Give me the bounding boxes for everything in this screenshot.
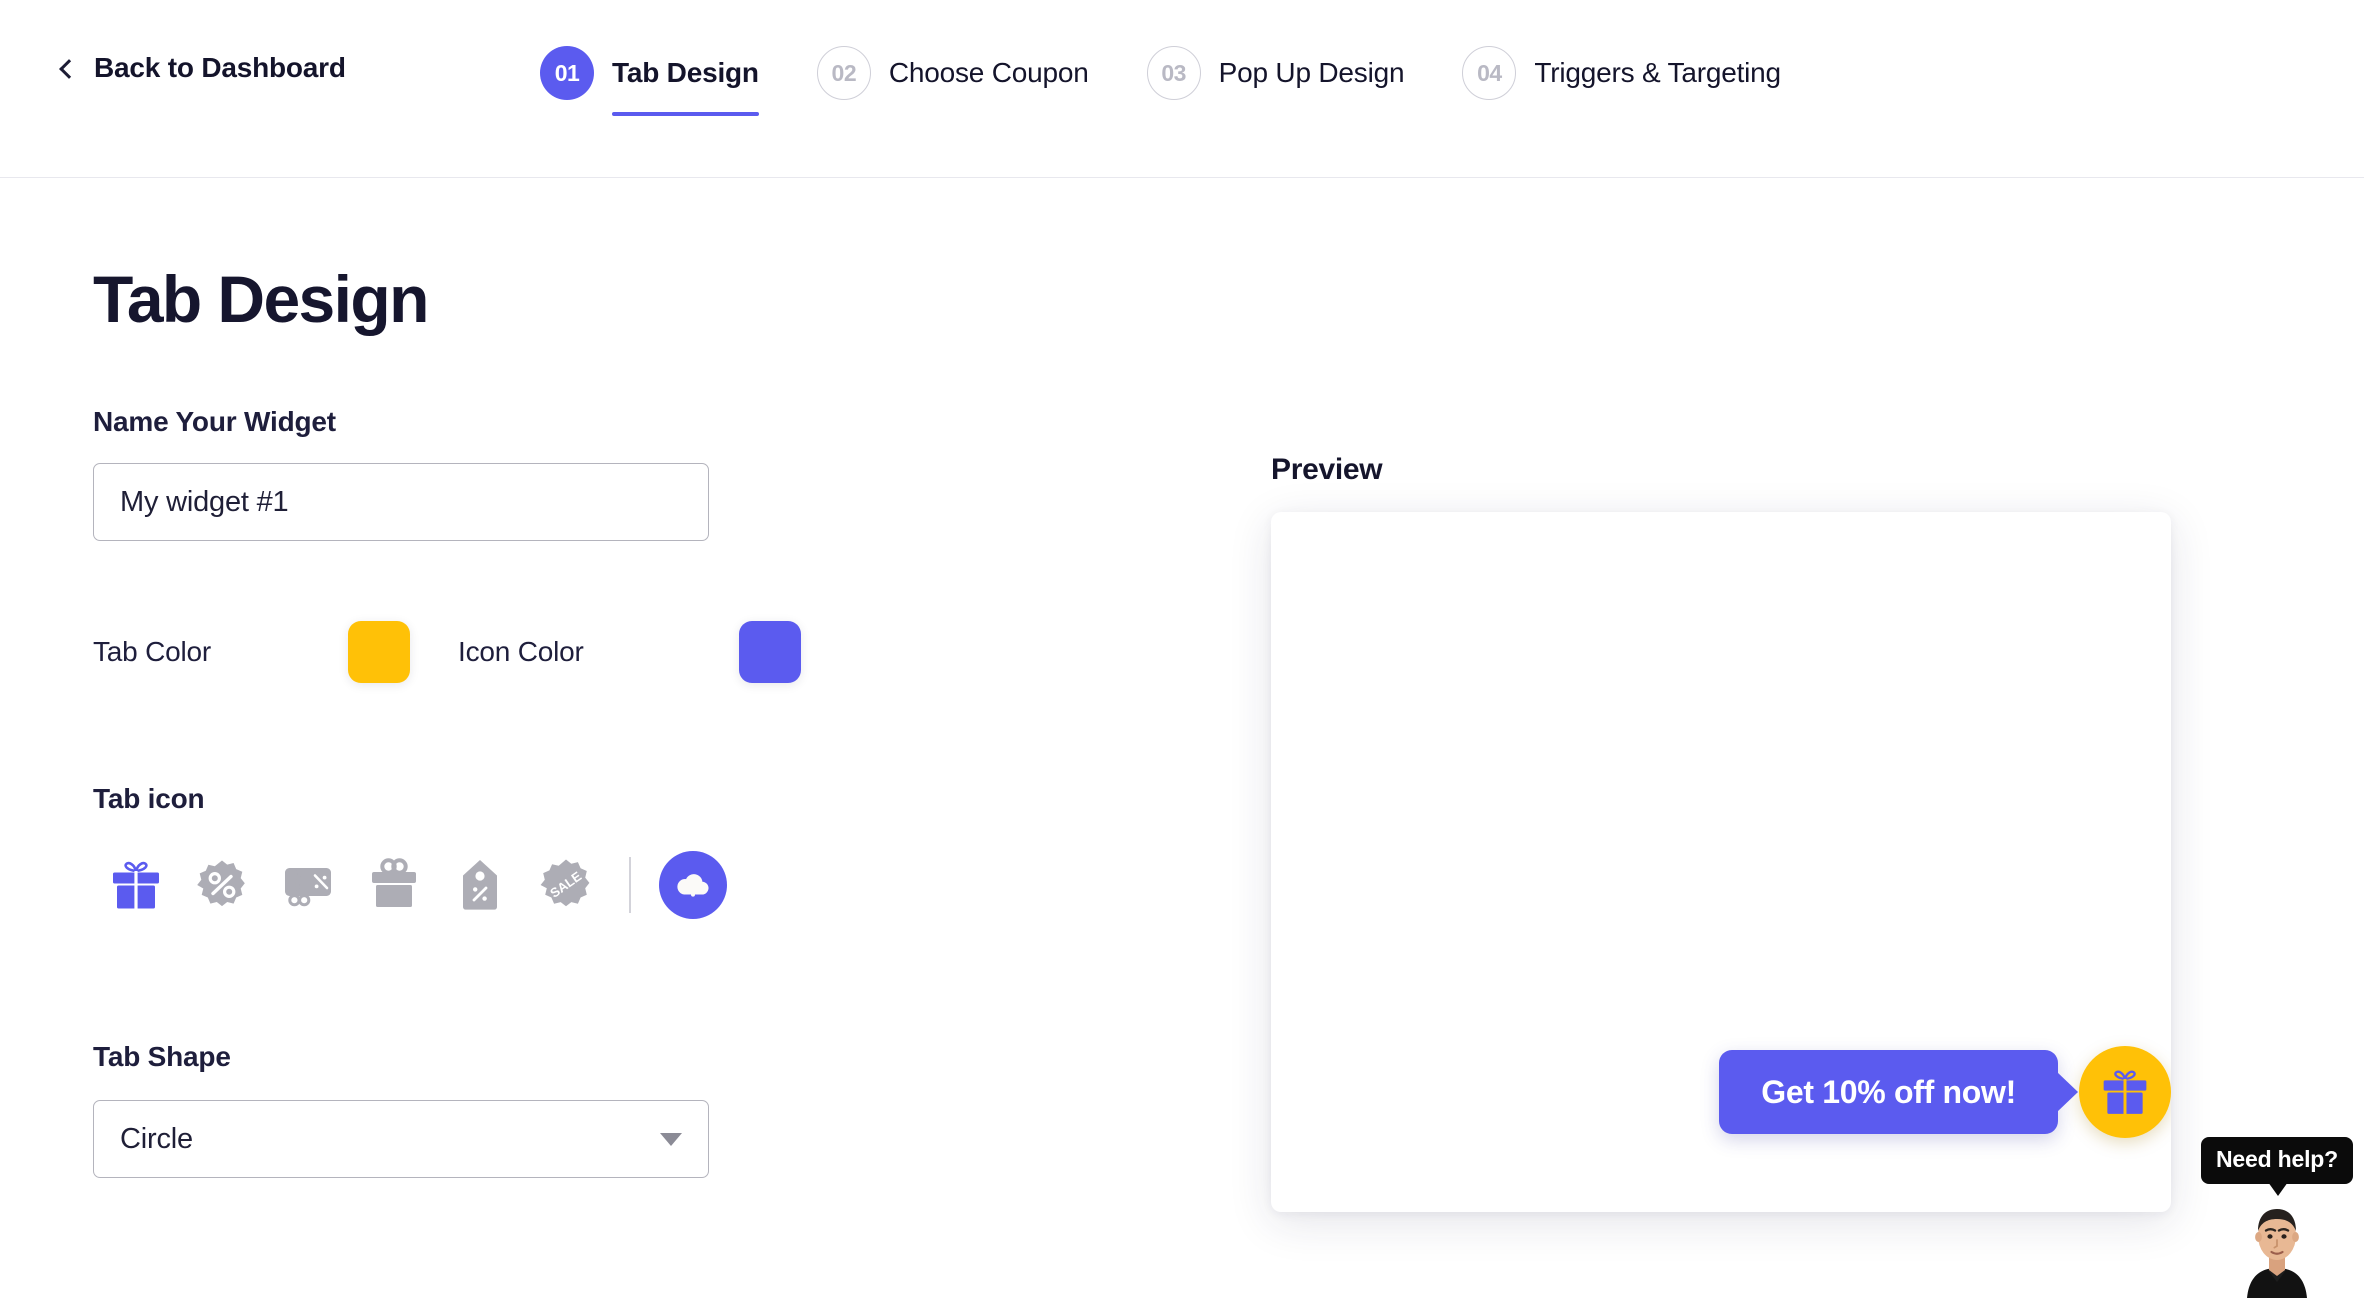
need-help-tooltip: Need help?	[2201, 1137, 2353, 1196]
chevron-left-icon	[59, 59, 79, 79]
icon-option-sale-badge[interactable]: SALE	[523, 845, 609, 925]
tab-color-swatch[interactable]	[348, 621, 410, 683]
preview-tab-button[interactable]	[2079, 1046, 2171, 1138]
gift-ribbon-icon	[113, 861, 159, 909]
step-number-04: 04	[1462, 46, 1517, 100]
sale-badge-icon: SALE	[540, 859, 590, 907]
tab-shape-select[interactable]: Circle	[93, 1100, 709, 1178]
tab-shape-value: Circle	[120, 1122, 193, 1155]
chevron-down-icon	[660, 1132, 682, 1146]
color-settings-row: Tab Color Icon Color	[93, 607, 1143, 697]
tab-design-form: Tab Design Name Your Widget Tab Color Ic…	[93, 178, 1143, 1178]
widget-name-input[interactable]	[93, 463, 709, 541]
tab-icon-label: Tab icon	[93, 783, 205, 814]
step-number-02: 02	[816, 46, 871, 100]
icon-list-divider	[629, 857, 631, 913]
preview-message-bubble[interactable]: Get 10% off now!	[1719, 1050, 2078, 1134]
gift-box-icon	[372, 858, 416, 907]
gift-ribbon-icon	[2103, 1070, 2147, 1115]
preview-label: Preview	[1271, 453, 1383, 486]
icon-option-price-tag-percent[interactable]	[437, 845, 523, 925]
step-triggers-targeting[interactable]: 04 Triggers & Targeting	[1462, 46, 1781, 122]
percent-badge-icon	[197, 860, 245, 907]
page-title: Tab Design	[93, 262, 429, 336]
tab-shape-label: Tab Shape	[93, 1041, 231, 1072]
icon-color-label: Icon Color	[458, 636, 584, 667]
back-to-dashboard-link[interactable]: Back to Dashboard	[59, 52, 346, 84]
icon-option-coupon-scissors[interactable]	[265, 845, 351, 925]
step-label-pop-up-design: Pop Up Design	[1218, 57, 1405, 88]
need-help-widget[interactable]: Need help?	[2201, 1137, 2353, 1298]
tab-color-label: Tab Color	[93, 636, 212, 667]
preview-canvas: Get 10% off now!	[1271, 512, 2171, 1212]
icon-color-swatch[interactable]	[739, 621, 801, 683]
name-your-widget-label: Name Your Widget	[93, 406, 336, 437]
coupon-scissors-icon	[285, 868, 331, 907]
active-step-underline	[612, 112, 759, 116]
step-number-01: 01	[540, 46, 594, 100]
step-number-03: 03	[1146, 46, 1201, 100]
icon-option-gift-ribbon[interactable]	[93, 845, 179, 925]
support-agent-avatar	[2225, 1198, 2329, 1298]
price-tag-percent-icon	[463, 860, 497, 910]
step-label-tab-design: Tab Design	[612, 57, 759, 88]
preview-panel: Preview Get 10% off now!	[1271, 178, 2271, 1212]
tab-icon-options: SALE	[93, 845, 1143, 925]
step-label-choose-coupon: Choose Coupon	[888, 57, 1089, 88]
step-tab-design[interactable]: 01 Tab Design	[540, 46, 759, 122]
step-choose-coupon[interactable]: 02 Choose Coupon	[816, 46, 1089, 122]
page-content: Tab Design Name Your Widget Tab Color Ic…	[0, 178, 2364, 1298]
icon-option-percent-badge[interactable]	[179, 845, 265, 925]
icon-option-gift-box[interactable]	[351, 845, 437, 925]
preview-bubble-text: Get 10% off now!	[1761, 1073, 2016, 1110]
back-to-dashboard-label: Back to Dashboard	[94, 52, 346, 83]
top-header: Back to Dashboard 01 Tab Design 02 Choos…	[0, 0, 2364, 178]
step-navigation: 01 Tab Design 02 Choose Coupon 03 Pop Up…	[540, 46, 1781, 122]
step-pop-up-design[interactable]: 03 Pop Up Design	[1146, 46, 1405, 122]
upload-custom-icon-button[interactable]	[659, 851, 727, 919]
bubble-pointer-arrow	[2057, 1072, 2078, 1112]
cloud-upload-icon	[677, 874, 709, 897]
step-label-triggers-targeting: Triggers & Targeting	[1534, 57, 1781, 88]
widget-preview: Get 10% off now!	[1719, 1046, 2171, 1138]
